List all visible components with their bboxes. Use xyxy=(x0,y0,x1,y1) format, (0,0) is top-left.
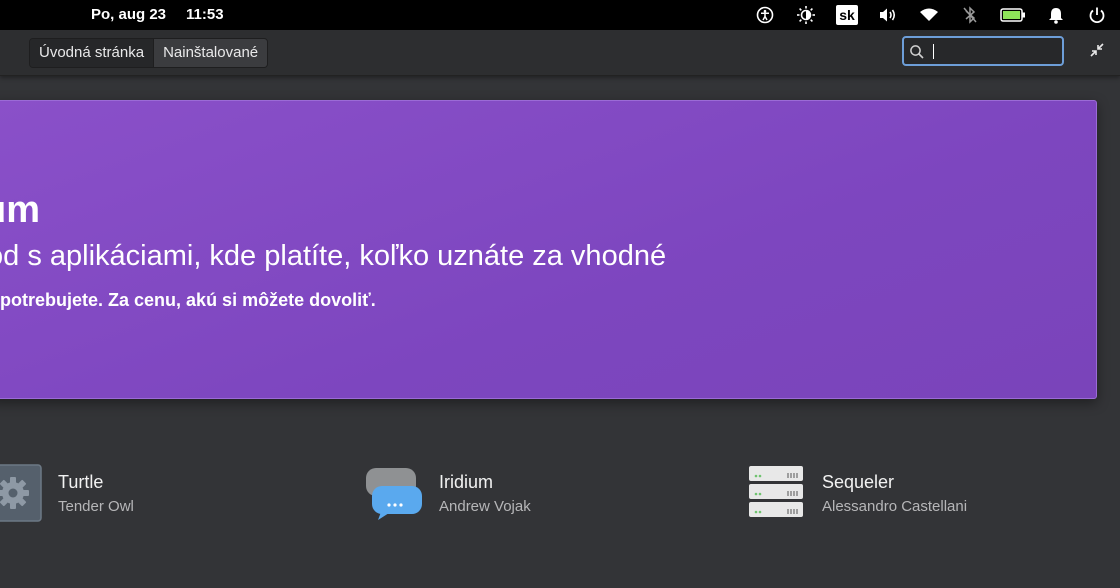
notifications-icon[interactable] xyxy=(1045,4,1067,26)
view-switcher: Úvodná stránka Nainštalované xyxy=(29,38,269,68)
app-name: Iridium xyxy=(439,471,494,492)
night-light-icon[interactable] xyxy=(795,4,817,26)
gear-icon xyxy=(0,464,42,522)
accessibility-icon[interactable] xyxy=(754,4,776,26)
search-icon xyxy=(909,44,925,65)
keyboard-layout-label: sk xyxy=(836,5,858,25)
volume-icon[interactable] xyxy=(877,4,899,26)
top-panel: Po, aug 23 11:53 sk xyxy=(0,0,1120,30)
app-author: Tender Owl xyxy=(58,497,134,515)
system-tray: sk xyxy=(735,0,1108,30)
app-card-iridium[interactable]: Iridium Andrew Vojak xyxy=(365,463,531,523)
app-author: Alessandro Castellani xyxy=(822,497,968,515)
banner-title: um xyxy=(0,189,40,231)
wifi-icon[interactable] xyxy=(918,4,940,26)
bluetooth-disabled-icon[interactable] xyxy=(959,4,981,26)
server-stack-icon xyxy=(748,464,806,522)
app-card-sequeler[interactable]: Sequeler Alessandro Castellani xyxy=(748,463,967,523)
keyboard-layout-indicator[interactable]: sk xyxy=(836,4,858,26)
banner-description: é potrebujete. Za cenu, akú si môžete do… xyxy=(0,290,376,310)
date-label[interactable]: Po, aug 23 xyxy=(91,6,166,23)
power-icon[interactable] xyxy=(1086,4,1108,26)
app-name: Sequeler xyxy=(822,471,895,492)
app-author: Andrew Vojak xyxy=(439,497,531,515)
app-card-turtle[interactable]: Turtle Tender Owl xyxy=(0,463,134,523)
battery-icon[interactable] xyxy=(1000,4,1026,26)
search-input[interactable] xyxy=(902,36,1064,66)
unmaximize-icon[interactable] xyxy=(1090,43,1104,62)
text-cursor xyxy=(933,44,934,59)
featured-banner[interactable]: um od s aplikáciami, kde platíte, koľko … xyxy=(0,100,1097,399)
time-label[interactable]: 11:53 xyxy=(186,6,224,23)
tab-home[interactable]: Úvodná stránka xyxy=(30,39,154,67)
banner-subtitle: od s aplikáciami, kde platíte, koľko uzn… xyxy=(0,240,667,272)
app-headerbar: Úvodná stránka Nainštalované xyxy=(0,30,1120,76)
app-name: Turtle xyxy=(58,471,104,492)
tab-installed[interactable]: Nainštalované xyxy=(153,39,268,67)
chat-bubbles-icon xyxy=(365,464,423,522)
